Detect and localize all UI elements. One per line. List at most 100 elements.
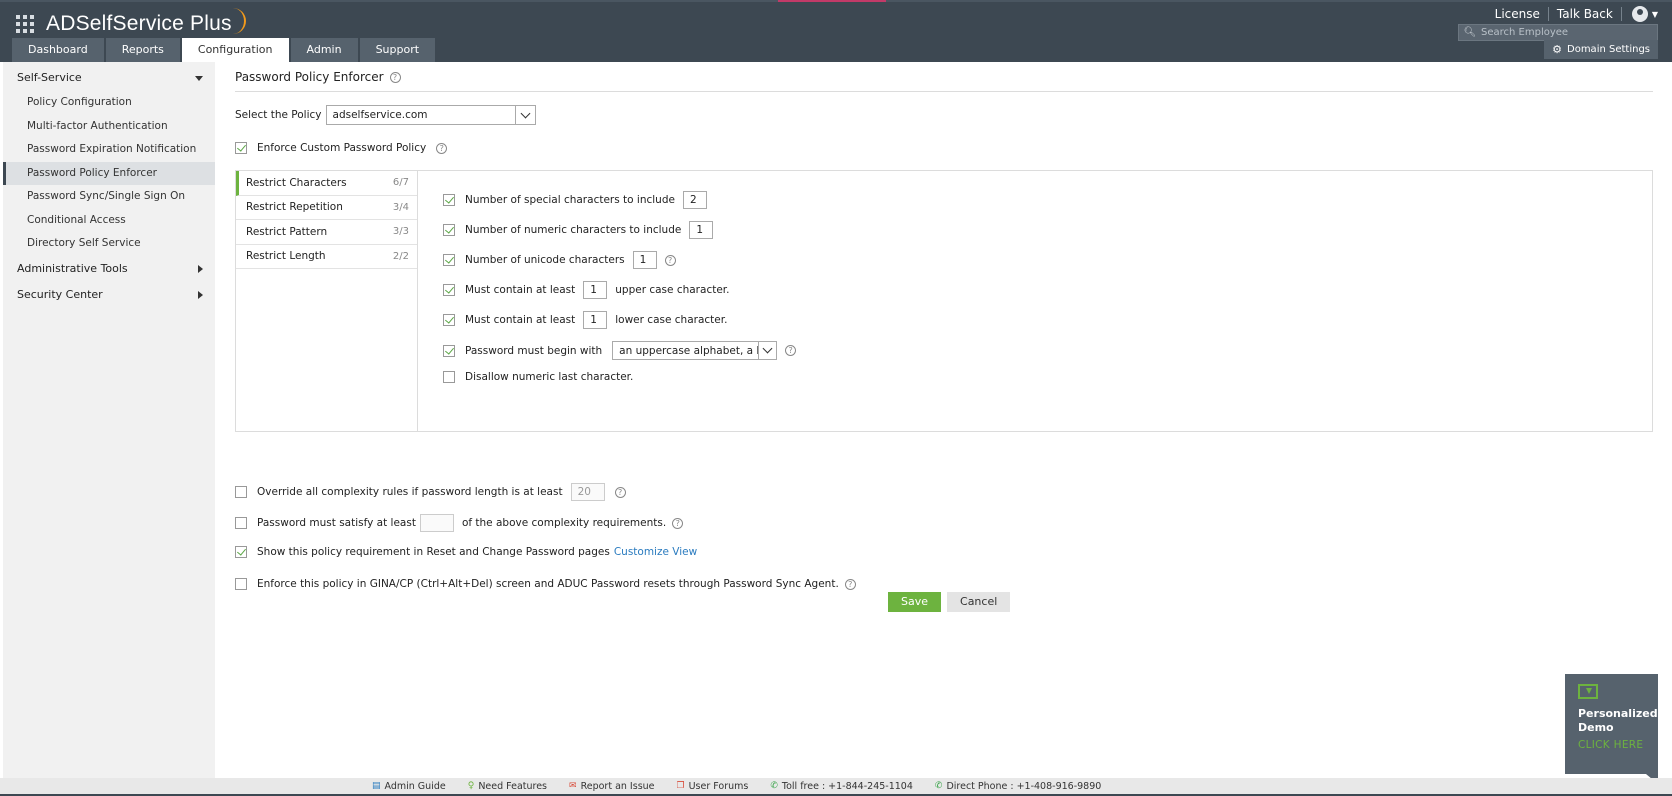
- admin-guide-link[interactable]: ▤ Admin Guide: [372, 781, 446, 792]
- help-icon[interactable]: ?: [664, 254, 676, 266]
- tab-configuration[interactable]: Configuration: [181, 38, 289, 62]
- user-menu[interactable]: ▼: [1622, 6, 1658, 22]
- sidebar-item-mfa[interactable]: Multi-factor Authentication: [3, 115, 215, 139]
- sidebar-section-security-center[interactable]: Security Center: [3, 282, 215, 308]
- rule-label: Disallow numeric last character.: [465, 371, 634, 383]
- tab-support[interactable]: Support: [359, 38, 436, 62]
- page-title: Password Policy Enforcer ?: [235, 70, 401, 84]
- phone-icon: ✆: [934, 781, 943, 791]
- app-grid-icon[interactable]: [16, 15, 34, 33]
- sidebar-item-password-expiration[interactable]: Password Expiration Notification: [3, 138, 215, 162]
- numeric-chars-input[interactable]: 1: [689, 221, 714, 239]
- special-chars-input[interactable]: 2: [682, 191, 707, 209]
- direct-phone-number: ✆ Direct Phone : +1-408-916-9890: [935, 781, 1101, 792]
- footer-label: Direct Phone : +1-408-916-9890: [946, 780, 1102, 792]
- begin-with-select[interactable]: an uppercase alphabet, a lowe: [612, 341, 778, 360]
- rule-label: Number of numeric characters to include: [465, 224, 682, 236]
- begin-with-checkbox[interactable]: [443, 344, 455, 357]
- sidebar-section-administrative-tools[interactable]: Administrative Tools: [3, 256, 215, 282]
- report-issue-link[interactable]: ✉ Report an Issue: [569, 781, 655, 792]
- help-icon[interactable]: ?: [672, 517, 684, 529]
- lower-case-input[interactable]: 1: [583, 311, 608, 329]
- show-policy-checkbox[interactable]: [235, 546, 247, 558]
- sidebar-item-password-policy-enforcer[interactable]: Password Policy Enforcer: [3, 161, 215, 185]
- unicode-chars-checkbox[interactable]: [443, 254, 455, 266]
- search-input[interactable]: [1481, 27, 1651, 38]
- unicode-chars-input[interactable]: 1: [632, 251, 657, 269]
- demo-click-here[interactable]: CLICK HERE: [1578, 739, 1645, 751]
- override-label: Override all complexity rules if passwor…: [257, 486, 563, 498]
- brand[interactable]: ADSelfService Plus: [16, 8, 246, 36]
- override-checkbox[interactable]: [235, 486, 247, 498]
- tab-reports[interactable]: Reports: [105, 38, 180, 62]
- rule-special-chars: Number of special characters to include …: [443, 191, 707, 209]
- sidebar-item-password-sync[interactable]: Password Sync/Single Sign On: [3, 185, 215, 209]
- override-length-input[interactable]: 20: [570, 483, 605, 501]
- form-actions: Save Cancel: [888, 592, 1016, 612]
- gear-icon: ⚙: [1552, 43, 1562, 56]
- lightbulb-icon: ♀: [467, 781, 475, 791]
- select-policy-label: Select the Policy: [235, 109, 322, 121]
- domain-settings-label: Domain Settings: [1567, 44, 1650, 55]
- save-button[interactable]: Save: [888, 592, 942, 612]
- tab-count: 6/7: [392, 177, 409, 189]
- tab-dashboard[interactable]: Dashboard: [12, 38, 104, 62]
- tab-restrict-repetition[interactable]: Restrict Repetition 3/4: [236, 196, 417, 220]
- help-icon[interactable]: ?: [844, 578, 856, 590]
- customize-view-link[interactable]: Customize View: [614, 546, 697, 558]
- caret-down-icon: [195, 75, 203, 81]
- rule-label: Must contain at least: [465, 284, 576, 296]
- license-link[interactable]: License: [1487, 7, 1548, 21]
- enforce-custom-checkbox[interactable]: [235, 142, 247, 154]
- user-forums-link[interactable]: ❐ User Forums: [677, 781, 749, 792]
- tab-restrict-length[interactable]: Restrict Length 2/2: [236, 245, 417, 269]
- upper-case-checkbox[interactable]: [443, 284, 455, 296]
- search-icon[interactable]: 🔍︎: [1459, 27, 1481, 38]
- lower-case-checkbox[interactable]: [443, 314, 455, 326]
- bug-icon: ✉: [569, 781, 577, 791]
- rule-begin-with: Password must begin with an uppercase al…: [443, 341, 797, 360]
- chevron-down-icon[interactable]: [514, 106, 535, 124]
- divider: [235, 91, 1653, 92]
- tab-label: Restrict Length: [246, 250, 326, 263]
- sidebar-section-self-service[interactable]: Self-Service: [3, 65, 215, 91]
- cancel-button[interactable]: Cancel: [947, 592, 1011, 612]
- special-chars-checkbox[interactable]: [443, 194, 455, 206]
- enforce-custom-row: Enforce Custom Password Policy ?: [235, 142, 448, 154]
- begin-with-value: an uppercase alphabet, a lowe: [619, 344, 758, 357]
- satisfy-checkbox[interactable]: [235, 517, 247, 529]
- chevron-down-icon: ▼: [1651, 9, 1658, 19]
- numeric-chars-checkbox[interactable]: [443, 224, 455, 236]
- sidebar-item-conditional-access[interactable]: Conditional Access: [3, 209, 215, 233]
- sidebar-item-policy-configuration[interactable]: Policy Configuration: [3, 91, 215, 115]
- help-icon[interactable]: ?: [614, 486, 626, 498]
- help-icon[interactable]: ?: [389, 71, 401, 83]
- talk-back-link[interactable]: Talk Back: [1549, 7, 1621, 21]
- help-icon[interactable]: ?: [436, 142, 448, 154]
- tab-label: Restrict Repetition: [246, 201, 343, 214]
- sidebar-section-label: Security Center: [17, 287, 103, 301]
- personalized-demo-widget[interactable]: Personalized Demo CLICK HERE: [1565, 674, 1658, 784]
- upper-case-input[interactable]: 1: [583, 281, 608, 299]
- satisfy-count-input[interactable]: [419, 514, 454, 532]
- tab-admin[interactable]: Admin: [290, 38, 358, 62]
- caret-right-icon: [198, 290, 203, 299]
- rule-upper-case: Must contain at least 1 upper case chara…: [443, 281, 729, 299]
- footer-label: Need Features: [478, 780, 548, 792]
- main-content: Password Policy Enforcer ? Select the Po…: [235, 62, 1653, 778]
- tab-restrict-pattern[interactable]: Restrict Pattern 3/3: [236, 220, 417, 245]
- show-policy-label: Show this policy requirement in Reset an…: [257, 546, 610, 558]
- chevron-down-icon[interactable]: [758, 342, 776, 359]
- override-row: Override all complexity rules if passwor…: [235, 483, 626, 501]
- tab-label: Restrict Pattern: [246, 225, 328, 238]
- policy-select[interactable]: adselfservice.com: [325, 105, 536, 125]
- footer-label: Admin Guide: [384, 780, 446, 792]
- domain-settings-button[interactable]: ⚙ Domain Settings: [1544, 40, 1658, 59]
- enforce-gina-checkbox[interactable]: [235, 578, 247, 590]
- sidebar-item-directory-self-service[interactable]: Directory Self Service: [3, 232, 215, 256]
- disallow-numeric-last-checkbox[interactable]: [443, 371, 455, 383]
- need-features-link[interactable]: ♀ Need Features: [468, 781, 547, 792]
- monitor-icon: [1578, 684, 1598, 699]
- help-icon[interactable]: ?: [785, 345, 797, 356]
- tab-restrict-characters[interactable]: Restrict Characters 6/7: [236, 171, 417, 196]
